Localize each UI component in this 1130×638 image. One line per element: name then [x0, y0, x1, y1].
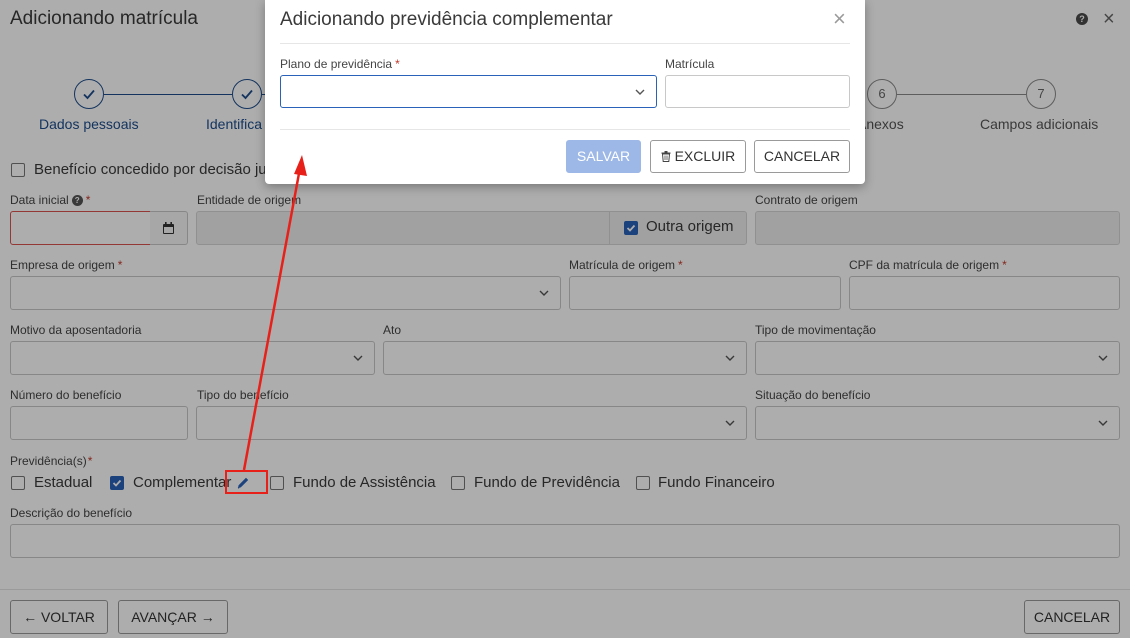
required-marker: *	[395, 57, 400, 71]
matricula-input[interactable]	[665, 75, 850, 108]
annotation-highlight-box	[225, 470, 268, 494]
previdencia-complementar-modal: Adicionando previdência complementar × P…	[265, 0, 865, 184]
modal-footer-divider	[280, 129, 850, 130]
modal-close-icon[interactable]: ×	[833, 8, 846, 30]
excluir-button[interactable]: EXCLUIR	[650, 140, 746, 173]
plano-previdencia-select[interactable]	[280, 75, 657, 108]
plano-previdencia-label-text: Plano de previdência	[280, 57, 393, 71]
matricula-label: Matrícula	[665, 57, 715, 71]
excluir-label: EXCLUIR	[674, 148, 736, 164]
modal-title: Adicionando previdência complementar	[280, 9, 613, 30]
trash-icon	[661, 148, 671, 164]
modal-cancelar-button[interactable]: CANCELAR	[754, 140, 850, 173]
chevron-down-icon	[634, 85, 646, 97]
modal-header-divider	[280, 43, 850, 44]
salvar-button[interactable]: SALVAR	[566, 140, 641, 173]
plano-previdencia-label: Plano de previdência *	[280, 57, 400, 71]
